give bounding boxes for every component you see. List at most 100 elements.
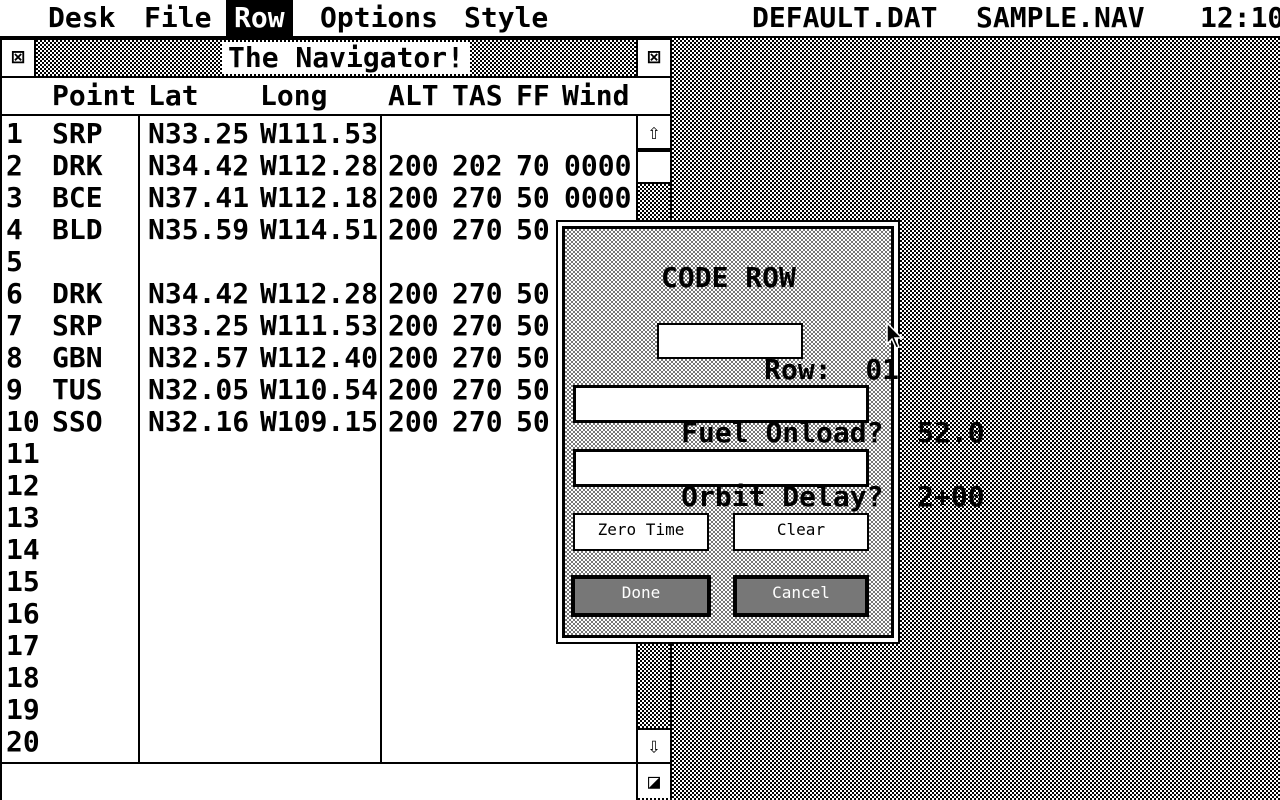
cancel-button[interactable]: Cancel xyxy=(733,575,869,617)
table-row[interactable]: 1 SRP N33.25 W111.53 xyxy=(2,118,636,150)
cell-alt[interactable]: 200 xyxy=(388,150,439,182)
table-row[interactable]: 16 xyxy=(2,598,636,630)
cell-long[interactable]: W112.40 xyxy=(260,342,378,374)
cell-alt[interactable]: 200 xyxy=(388,406,439,438)
cell-ff[interactable]: 50 xyxy=(516,278,550,310)
cell-lat[interactable]: N37.41 xyxy=(148,182,249,214)
cell-lat[interactable]: N32.57 xyxy=(148,342,249,374)
cell-point[interactable]: BCE xyxy=(52,182,103,214)
cell-alt[interactable]: 200 xyxy=(388,310,439,342)
cell-long[interactable]: W112.28 xyxy=(260,150,378,182)
cell-alt[interactable]: 200 xyxy=(388,182,439,214)
cell-tas[interactable]: 270 xyxy=(452,374,503,406)
menu-file[interactable]: File xyxy=(136,0,219,36)
cell-lat[interactable]: N34.42 xyxy=(148,150,249,182)
scroll-down-arrow-icon[interactable]: ⇩ xyxy=(638,728,670,762)
cell-long[interactable]: W109.15 xyxy=(260,406,378,438)
cell-tas[interactable]: 270 xyxy=(452,342,503,374)
cell-tas[interactable]: 270 xyxy=(452,182,503,214)
cell-ff[interactable]: 50 xyxy=(516,182,550,214)
close-box-icon[interactable]: ⊠ xyxy=(2,40,36,76)
cell-point[interactable]: SRP xyxy=(52,118,103,150)
cell-wind[interactable]: 0000 xyxy=(564,150,631,182)
cell-point[interactable]: SSO xyxy=(52,406,103,438)
cell-long[interactable]: W111.53 xyxy=(260,310,378,342)
cell-long[interactable]: W114.51 xyxy=(260,214,378,246)
cell-tas[interactable]: 270 xyxy=(452,406,503,438)
table-row[interactable]: 20 xyxy=(2,726,636,758)
cell-tas[interactable]: 202 xyxy=(452,150,503,182)
cell-ff[interactable]: 50 xyxy=(516,310,550,342)
cell-long[interactable]: W112.18 xyxy=(260,182,378,214)
table-row[interactable]: 12 xyxy=(2,470,636,502)
zero-time-button[interactable]: Zero Time xyxy=(573,513,709,551)
cell-lat[interactable]: N33.25 xyxy=(148,118,249,150)
resize-box-icon[interactable]: ◪ xyxy=(636,762,670,798)
table-row[interactable]: 6 DRK N34.42 W112.28 200 270 50 xyxy=(2,278,636,310)
row-field[interactable]: Row: 01 xyxy=(657,323,899,385)
cell-lat[interactable]: N35.59 xyxy=(148,214,249,246)
table-row[interactable]: 18 xyxy=(2,662,636,694)
menu-options[interactable]: Options xyxy=(312,0,446,36)
done-button[interactable]: Done xyxy=(571,575,711,617)
table-row[interactable]: 9 TUS N32.05 W110.54 200 270 50 xyxy=(2,374,636,406)
cell-tas[interactable]: 270 xyxy=(452,278,503,310)
horizontal-scrollbar[interactable] xyxy=(2,762,636,800)
cell-lat[interactable]: N32.16 xyxy=(148,406,249,438)
cell-ff[interactable]: 70 xyxy=(516,150,550,182)
table-row[interactable]: 14 xyxy=(2,534,636,566)
cell-alt[interactable]: 200 xyxy=(388,214,439,246)
table-row[interactable]: 3 BCE N37.41 W112.18 200 270 50 0000 xyxy=(2,182,636,214)
cell-alt[interactable]: 200 xyxy=(388,342,439,374)
table-row[interactable]: 11 xyxy=(2,438,636,470)
table-row[interactable]: 8 GBN N32.57 W112.40 200 270 50 xyxy=(2,342,636,374)
cell-alt[interactable]: 200 xyxy=(388,278,439,310)
cell-point[interactable]: BLD xyxy=(52,214,103,246)
window-title-bar[interactable]: ⊠ The Navigator! ⊠ xyxy=(2,40,670,78)
cell-lat[interactable]: N33.25 xyxy=(148,310,249,342)
full-box-icon[interactable]: ⊠ xyxy=(636,40,670,76)
cell-row-number: 18 xyxy=(6,661,40,694)
table-row[interactable]: 4 BLD N35.59 W114.51 200 270 50 xyxy=(2,214,636,246)
cell-ff[interactable]: 50 xyxy=(516,214,550,246)
table-row[interactable]: 15 xyxy=(2,566,636,598)
cell-row-number: 5 xyxy=(6,245,23,278)
cell-tas[interactable]: 270 xyxy=(452,310,503,342)
cell-wind[interactable]: 0000 xyxy=(564,182,631,214)
cell-ff[interactable]: 50 xyxy=(516,342,550,374)
active-file-name: DEFAULT.DAT xyxy=(752,1,938,34)
cell-point[interactable]: GBN xyxy=(52,342,103,374)
cell-lat[interactable]: N34.42 xyxy=(148,278,249,310)
cell-lat[interactable]: N32.05 xyxy=(148,374,249,406)
table-row[interactable]: 7 SRP N33.25 W111.53 200 270 50 xyxy=(2,310,636,342)
scroll-up-arrow-icon[interactable]: ⇧ xyxy=(638,116,670,150)
clear-button[interactable]: Clear xyxy=(733,513,869,551)
table-row[interactable]: 19 xyxy=(2,694,636,726)
cell-point[interactable]: DRK xyxy=(52,150,103,182)
cell-point[interactable]: TUS xyxy=(52,374,103,406)
cell-ff[interactable]: 50 xyxy=(516,406,550,438)
table-row[interactable]: 10 SSO N32.16 W109.15 200 270 50 xyxy=(2,406,636,438)
table-row[interactable]: 5 xyxy=(2,246,636,278)
fuel-onload-field[interactable]: Fuel Onload? 52.0 xyxy=(573,385,985,448)
cell-tas[interactable]: 270 xyxy=(452,214,503,246)
cell-row-number: 17 xyxy=(6,629,40,662)
cell-ff[interactable]: 50 xyxy=(516,374,550,406)
table-row[interactable]: 13 xyxy=(2,502,636,534)
table-row[interactable]: 17 xyxy=(2,630,636,662)
menu-style[interactable]: Style xyxy=(456,0,556,36)
data-grid[interactable]: 1 SRP N33.25 W111.53 2 DRK N34.42 W112.28 200 202… xyxy=(2,116,636,762)
table-row[interactable]: 2 DRK N34.42 W112.28 200 202 70 0000 xyxy=(2,150,636,182)
clock: 12:10 xyxy=(1200,1,1280,34)
scroll-thumb[interactable] xyxy=(638,150,670,184)
cell-point[interactable]: DRK xyxy=(52,278,103,310)
menu-row[interactable]: Row xyxy=(226,0,293,36)
menu-desk[interactable]: Desk xyxy=(40,0,123,36)
cell-long[interactable]: W110.54 xyxy=(260,374,378,406)
cell-point[interactable]: SRP xyxy=(52,310,103,342)
cell-long[interactable]: W111.53 xyxy=(260,118,378,150)
orbit-delay-field[interactable]: Orbit Delay? 2+00 xyxy=(573,449,985,512)
mouse-pointer-icon xyxy=(886,322,904,349)
cell-alt[interactable]: 200 xyxy=(388,374,439,406)
cell-long[interactable]: W112.28 xyxy=(260,278,378,310)
